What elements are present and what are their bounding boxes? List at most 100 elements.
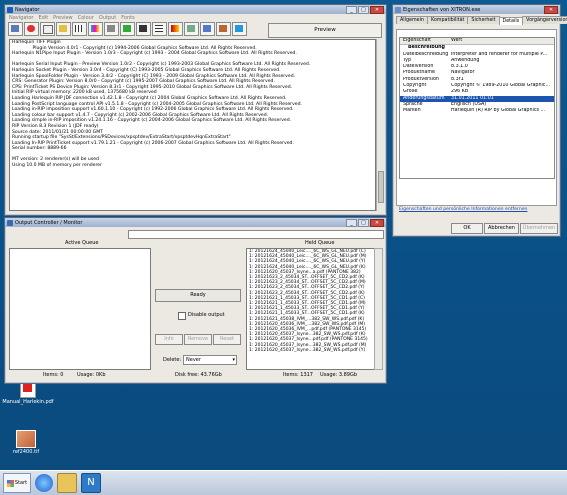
active-queue-list[interactable] — [9, 248, 151, 370]
toolbar-button-14[interactable] — [216, 22, 231, 36]
held-items-count: Items: 1317 — [283, 372, 313, 378]
toolbar-button-3[interactable] — [40, 22, 55, 36]
active-usage: Usage: 0Kb — [77, 372, 106, 378]
cancel-button[interactable]: Abbrechen — [484, 223, 519, 234]
toolbar-button-11[interactable] — [168, 22, 183, 36]
toolbar-button-4[interactable] — [56, 22, 71, 36]
image-file-icon — [16, 430, 36, 448]
toolbar-button-6[interactable] — [88, 22, 103, 36]
column-header-value[interactable]: Wert — [451, 38, 554, 44]
held-queue-list[interactable]: 1: 20121624_45040_Leic...._6C_WS_GL_NEU.… — [246, 248, 376, 370]
toolbar-button-8[interactable] — [120, 22, 135, 36]
window-title: Navigator — [15, 6, 40, 13]
tab-kompatibilitaet[interactable]: Kompatibilität — [426, 16, 469, 24]
held-usage: Usage: 3.89Gb — [320, 372, 358, 378]
reset-button[interactable]: Reset — [213, 334, 241, 345]
close-button[interactable]: ✕ — [370, 5, 384, 14]
folder-icon — [59, 25, 67, 32]
delete-select[interactable]: Never ▾ — [183, 355, 237, 365]
held-queue-item[interactable]: 1: 20121624_45040_Leic...._6C_WS_GL_NEU.… — [247, 259, 375, 264]
window-title: Eigenschaften von XITRON.exe — [403, 6, 481, 13]
disable-output-checkbox[interactable] — [178, 312, 186, 320]
desktop-icon-tif[interactable]: ref2400.tif — [6, 430, 46, 455]
held-queue-item[interactable]: 1: 20121620_45037_Isyne...382_SW_WS.pdf.… — [247, 348, 375, 353]
color-icon — [91, 25, 99, 32]
menu-fonts[interactable]: Fonts — [121, 15, 135, 21]
queue-icon — [219, 25, 227, 32]
app-icon — [395, 6, 401, 13]
maximize-button[interactable]: □ — [358, 5, 369, 14]
ok-button[interactable]: OK — [451, 223, 483, 234]
page-icon — [43, 25, 53, 34]
output-titlebar[interactable]: Output Controller / Monitor _ □ ✕ — [5, 218, 386, 227]
held-queue-label: Held Queue — [305, 240, 335, 246]
ready-status: Ready — [155, 289, 241, 302]
held-queue-item[interactable]: 1: 20121623_2_45034_ST...OFFSET_5C_CD2.p… — [247, 285, 375, 290]
toolbar-button-1[interactable] — [8, 22, 23, 36]
toolbar-button-10[interactable] — [152, 22, 167, 36]
start-label: Start — [14, 480, 28, 486]
navigator-titlebar[interactable]: Navigator _ □ ✕ — [5, 5, 386, 14]
status-field — [128, 230, 384, 239]
navigator-task-icon[interactable]: N — [81, 473, 101, 493]
color-icon — [171, 25, 179, 32]
remove-button[interactable]: Remove — [184, 334, 212, 345]
held-queue-scrollbar[interactable] — [374, 248, 383, 370]
tab-sicherheit[interactable]: Sicherheit — [467, 16, 500, 24]
apply-button[interactable]: Übernehmen — [520, 223, 558, 234]
active-items-count: Items: 0 — [43, 372, 64, 378]
remove-properties-link[interactable]: Eigenschaften und persönliche Informatio… — [399, 207, 527, 212]
toolbar-button-13[interactable] — [200, 22, 215, 36]
navigator-window: Navigator _ □ ✕ Navigator Edit Preview C… — [4, 4, 387, 216]
held-queue-item[interactable]: 1: 20121621_1_45033_ST...OFFSET_5C_CD1.p… — [247, 311, 375, 316]
log-output[interactable]: Harlequin TIFF Plugin Plugin Version 4.0… — [9, 39, 376, 211]
minimize-button[interactable]: _ — [346, 5, 357, 14]
scroll-thumb[interactable] — [378, 171, 384, 203]
held-queue-item[interactable]: 1: 20121620_45037_Isyne...pdf.pdf (PANTO… — [247, 337, 375, 342]
log-scrollbar[interactable] — [376, 39, 385, 211]
taskbar: Start N — [0, 470, 567, 495]
toolbar-button-12[interactable] — [184, 22, 199, 36]
column-header-property[interactable]: Eigenschaft — [400, 38, 451, 44]
close-button[interactable]: ✕ — [544, 5, 558, 14]
grid-icon — [75, 25, 83, 32]
font-icon — [139, 25, 147, 32]
browser-icon[interactable] — [35, 474, 53, 492]
menu-output[interactable]: Output — [99, 15, 116, 21]
tab-details[interactable]: Details — [498, 17, 524, 25]
explorer-icon[interactable] — [57, 473, 77, 493]
info-icon — [203, 25, 211, 32]
toolbar-button-5[interactable] — [72, 22, 87, 36]
maximize-button[interactable]: □ — [358, 218, 369, 227]
output-controller-window: Output Controller / Monitor _ □ ✕ Active… — [4, 217, 387, 384]
minimize-button[interactable]: _ — [346, 218, 357, 227]
app-icon — [7, 6, 13, 13]
help-icon — [235, 25, 243, 32]
desktop-icon-label: Manual_Harlekin.pdf — [2, 399, 54, 405]
menu-edit[interactable]: Edit — [38, 15, 48, 21]
toolbar-button-2[interactable] — [24, 22, 39, 36]
tab-allgemein[interactable]: Allgemein — [396, 16, 428, 24]
menu-preview[interactable]: Preview — [53, 15, 72, 21]
log-line: Using 10.0 MB of memory per renderer — [12, 163, 102, 169]
details-table: Eigenschaft Wert Beschreibung Dateibesch… — [399, 37, 555, 179]
toolbar-button-15[interactable] — [232, 22, 247, 36]
toolbar-button-7[interactable] — [104, 22, 119, 36]
settings-icon — [107, 25, 115, 32]
disk-free: Disk free: 43.76Gb — [175, 372, 222, 378]
chevron-down-icon: ▾ — [232, 357, 235, 363]
menu-navigator[interactable]: Navigator — [9, 15, 33, 21]
properties-titlebar[interactable]: Eigenschaften von XITRON.exe ✕ — [393, 5, 560, 14]
preview-button[interactable]: Preview — [268, 23, 382, 38]
toolbar-button-9[interactable] — [136, 22, 151, 36]
info-button[interactable]: Info — [155, 334, 183, 345]
menu-bar: Navigator Edit Preview Colour Output Fon… — [5, 14, 386, 21]
tab-vorgaengerversionen[interactable]: Vorgängerversionen — [522, 16, 567, 24]
menu-colour[interactable]: Colour — [78, 15, 94, 21]
start-button[interactable]: Start — [3, 473, 31, 493]
close-button[interactable]: ✕ — [370, 218, 384, 227]
disable-output-label: Disable output — [188, 312, 225, 318]
stop-icon — [27, 25, 35, 32]
property-row[interactable]: Marken Harlequin (R) RIP by Global Graphi… — [400, 108, 554, 114]
print-icon — [11, 25, 19, 32]
